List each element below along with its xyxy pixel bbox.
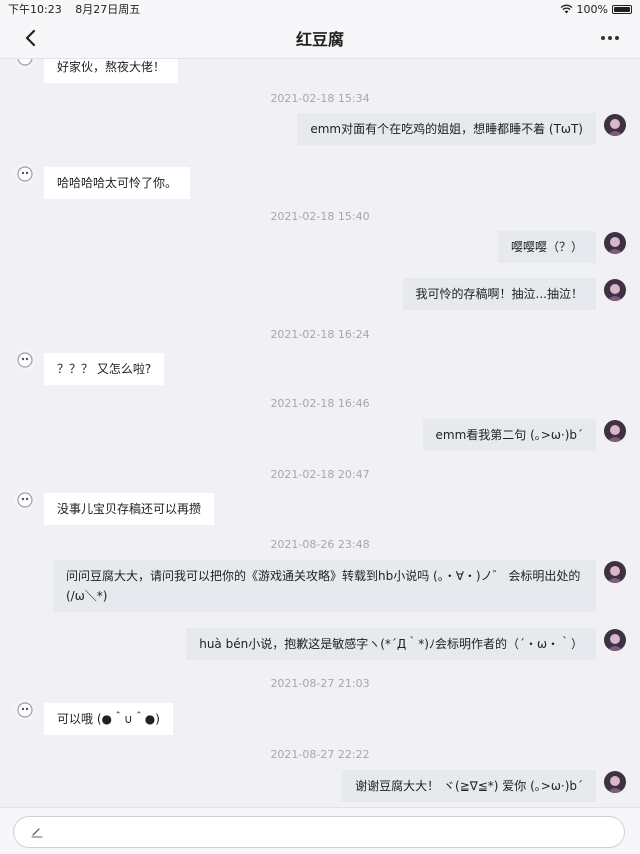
message-timestamp: 2021-02-18 20:47	[270, 468, 370, 481]
message-bubble[interactable]: 谢谢豆腐大大！ ヾ(≧∇≦*) 爱你 (｡>ω·)b´	[342, 770, 596, 802]
message-bubble[interactable]: emm看我第二句 (｡>ω·)b´	[422, 419, 596, 451]
peer-avatar[interactable]	[14, 699, 36, 721]
cartoon-avatar-icon	[17, 59, 33, 66]
status-right: 100%	[560, 3, 632, 16]
message-bubble[interactable]: 嘤嘤嘤（？）	[497, 231, 596, 263]
girl-avatar-icon	[607, 776, 623, 793]
message-bubble[interactable]: 可以哦 (●＾∪＾●)	[44, 703, 173, 735]
girl-avatar-icon	[607, 425, 623, 442]
message-timestamp: 2021-08-27 22:22	[270, 748, 370, 761]
girl-avatar-icon	[607, 566, 623, 583]
self-avatar[interactable]	[604, 279, 626, 301]
more-button[interactable]	[598, 26, 622, 50]
message-bubble[interactable]: huà bén小说，抱歉这是敏感字ヽ(*´Д｀*)ﾉ会标明作者的（´・ω・｀）	[186, 628, 596, 660]
message-bubble[interactable]: ？？？ 又怎么啦?	[44, 353, 165, 385]
message-bubble[interactable]: 好家伙，熬夜大佬！	[44, 59, 179, 83]
status-left: 下午10:23 8月27日周五	[8, 1, 150, 17]
pen-icon	[31, 828, 43, 838]
self-avatar[interactable]	[604, 232, 626, 254]
message-bubble[interactable]: 我可怜的存稿啊！抽泣...抽泣！	[402, 278, 596, 310]
back-button[interactable]	[18, 26, 42, 50]
self-avatar[interactable]	[604, 771, 626, 793]
status-date: 8月27日周五	[75, 3, 141, 16]
peer-avatar[interactable]	[14, 489, 36, 511]
input-bar	[0, 807, 640, 854]
cartoon-avatar-icon	[17, 166, 33, 182]
message-timestamp: 2021-08-26 23:48	[270, 538, 370, 551]
message-bubble[interactable]: 问问豆腐大大，请问我可以把你的《游戏通关攻略》转载到hb小说吗 (。・∀・)ノ゛…	[53, 560, 596, 612]
message-bubble[interactable]: 哈哈哈哈太可怜了你。	[44, 167, 191, 199]
peer-avatar[interactable]	[14, 349, 36, 371]
message-bubble[interactable]: emm对面有个在吃鸡的姐姐，想睡都睡不着 (TωT)	[297, 113, 596, 145]
message-timestamp: 2021-02-18 15:40	[270, 210, 370, 223]
status-time: 下午10:23	[8, 3, 62, 16]
self-avatar[interactable]	[604, 629, 626, 651]
self-avatar[interactable]	[604, 420, 626, 442]
girl-avatar-icon	[607, 284, 623, 301]
message-timestamp: 2021-08-27 21:03	[270, 677, 370, 690]
message-bubble[interactable]: 没事儿宝贝存稿还可以再攒	[44, 493, 215, 525]
message-timestamp: 2021-02-18 16:24	[270, 328, 370, 341]
status-bar: 下午10:23 8月27日周五 100%	[0, 0, 640, 18]
peer-avatar[interactable]	[14, 59, 36, 69]
wifi-icon	[560, 4, 573, 14]
message-input[interactable]	[13, 816, 625, 848]
message-timestamp: 2021-02-18 15:34	[270, 92, 370, 105]
battery-percent: 100%	[576, 2, 608, 16]
girl-avatar-icon	[607, 634, 623, 651]
more-icon	[601, 36, 619, 40]
cartoon-avatar-icon	[17, 352, 33, 368]
self-avatar[interactable]	[604, 561, 626, 583]
cartoon-avatar-icon	[17, 702, 33, 718]
cartoon-avatar-icon	[17, 492, 33, 508]
chat-list[interactable]: 好家伙，熬夜大佬！ 2021-02-18 15:34 emm对面有个在吃鸡的姐姐…	[0, 59, 640, 807]
self-avatar[interactable]	[604, 114, 626, 136]
battery-icon	[612, 4, 632, 14]
chevron-left-icon	[25, 29, 36, 47]
peer-avatar[interactable]	[14, 163, 36, 185]
message-timestamp: 2021-02-18 16:46	[270, 397, 370, 410]
girl-avatar-icon	[607, 237, 623, 254]
girl-avatar-icon	[607, 119, 623, 136]
nav-bar: 红豆腐	[0, 18, 640, 59]
page-title: 红豆腐	[295, 30, 344, 49]
